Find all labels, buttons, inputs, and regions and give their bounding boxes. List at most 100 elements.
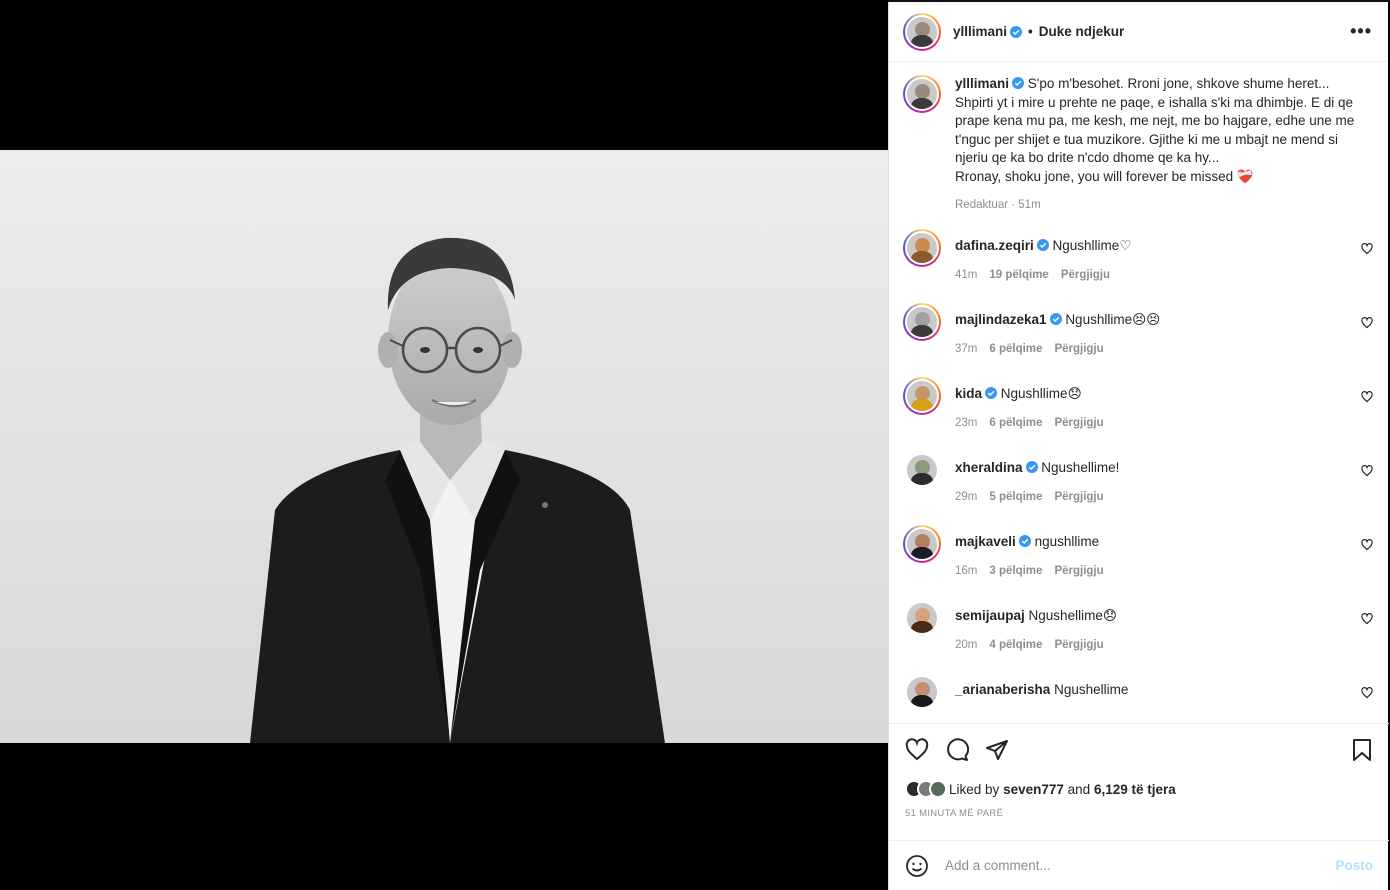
comment-likes[interactable]: 5 pëlqime bbox=[989, 491, 1042, 503]
comment-text: Ngushllime bbox=[1065, 311, 1133, 327]
commenter-username[interactable]: majkaveli bbox=[955, 534, 1016, 549]
liker-avatar bbox=[929, 780, 947, 798]
comment-meta: 37m 6 pëlqime Përgjigju bbox=[955, 343, 1345, 355]
post-comment-button[interactable]: Posto bbox=[1335, 858, 1373, 873]
author-avatar[interactable] bbox=[903, 12, 941, 51]
caption-avatar[interactable] bbox=[903, 75, 941, 113]
like-comment-heart-icon[interactable] bbox=[1361, 686, 1373, 699]
comment-text: Ngushllime bbox=[1000, 385, 1068, 401]
reply-button[interactable]: Përgjigju bbox=[1054, 343, 1103, 355]
like-comment-heart-icon[interactable] bbox=[1361, 538, 1373, 551]
comment-item: majkaveli ngushllime 16m 3 pëlqime Përgjigj… bbox=[903, 524, 1373, 599]
comment-line: xheraldina Ngushellime! bbox=[955, 459, 1345, 477]
caption-text: S'po m'besohet. Rroni jone, shkove shume… bbox=[955, 76, 1355, 165]
commenter-username[interactable]: kida bbox=[955, 386, 982, 401]
comment-likes[interactable]: 4 pëlqime bbox=[989, 639, 1042, 651]
heart-icon[interactable] bbox=[905, 738, 929, 762]
comment-meta: 20m 4 pëlqime Përgjigju bbox=[955, 639, 1345, 651]
emoji-icon[interactable] bbox=[905, 854, 929, 878]
caption-line2: Rronay, shoku jone, you will forever be … bbox=[955, 168, 1234, 184]
comment-emoji: ♡ bbox=[1119, 237, 1132, 253]
comment-line: _arianaberisha Ngushellime bbox=[955, 681, 1345, 699]
comments-list[interactable]: ylllimani S'po m'besohet. Rroni jone, sh… bbox=[889, 63, 1389, 723]
reply-button[interactable]: Përgjigju bbox=[1061, 269, 1110, 281]
verified-badge-icon bbox=[1049, 312, 1062, 325]
like-comment-heart-icon[interactable] bbox=[1361, 242, 1373, 255]
reply-button[interactable]: Përgjigju bbox=[1054, 491, 1103, 503]
comment-meta: 16m 3 pëlqime Përgjigju bbox=[955, 565, 1345, 577]
comment-line: kida Ngushllime😞 bbox=[955, 385, 1345, 403]
commenter-username[interactable]: dafina.zeqiri bbox=[955, 238, 1034, 253]
like-comment-heart-icon[interactable] bbox=[1361, 612, 1373, 625]
verified-badge-icon bbox=[1025, 460, 1038, 473]
comment-item: semijaupaj Ngushellime😞 20m 4 pëlqime Përgj… bbox=[903, 599, 1373, 673]
liker-username[interactable]: seven777 bbox=[1003, 782, 1064, 797]
like-comment-heart-icon[interactable] bbox=[1361, 390, 1373, 403]
comment-body: semijaupaj Ngushellime😞 20m 4 pëlqime Përgj… bbox=[955, 599, 1345, 673]
comment-time[interactable]: 23m bbox=[955, 417, 977, 429]
commenter-avatar[interactable] bbox=[903, 524, 941, 563]
commenter-avatar[interactable] bbox=[903, 228, 941, 267]
reply-button[interactable]: Përgjigju bbox=[1054, 565, 1103, 577]
comment-body: xheraldina Ngushellime! 29m 5 pëlqime Përgj… bbox=[955, 451, 1345, 525]
add-comment-bar: Posto bbox=[889, 840, 1389, 890]
comment-time[interactable]: 41m bbox=[955, 269, 977, 281]
more-options-icon[interactable]: ••• bbox=[1350, 21, 1372, 42]
comment-likes[interactable]: 6 pëlqime bbox=[989, 343, 1042, 355]
like-comment-heart-icon[interactable] bbox=[1361, 464, 1373, 477]
commenter-avatar[interactable] bbox=[903, 599, 941, 637]
comment-text: Ngushellime bbox=[1028, 607, 1103, 623]
commenter-username[interactable]: _arianaberisha bbox=[955, 682, 1050, 697]
verified-badge-icon bbox=[1012, 77, 1025, 89]
like-comment-heart-icon[interactable] bbox=[1361, 316, 1373, 329]
comment-time[interactable]: 29m bbox=[955, 491, 977, 503]
comment-likes[interactable]: 3 pëlqime bbox=[989, 565, 1042, 577]
comment-item: majlindazeka1 Ngushllime😣😣 37m 6 pëlqime Pë… bbox=[903, 302, 1373, 377]
comment-likes[interactable]: 19 pëlqime bbox=[989, 269, 1048, 281]
comment-line: majlindazeka1 Ngushllime😣😣 bbox=[955, 311, 1345, 329]
follow-status-button[interactable]: Duke ndjekur bbox=[1039, 24, 1125, 39]
liker-avatars bbox=[905, 780, 947, 798]
bookmark-icon[interactable] bbox=[1351, 738, 1373, 762]
author-info: ylllimani • Duke ndjekur bbox=[953, 24, 1124, 39]
comment-time[interactable]: 37m bbox=[955, 343, 977, 355]
comment-text: Ngushellime! bbox=[1041, 459, 1120, 475]
post-actions: Liked by seven777 and 6,129 të tjera 51 … bbox=[889, 723, 1389, 843]
caption-username[interactable]: ylllimani bbox=[955, 76, 1009, 91]
comment-line: dafina.zeqiri Ngushllime♡ bbox=[955, 237, 1345, 255]
broken-heart-icon: ❤️‍🩹 bbox=[1236, 168, 1254, 184]
author-username[interactable]: ylllimani bbox=[953, 24, 1007, 39]
likes-summary: Liked by seven777 and 6,129 të tjera bbox=[905, 780, 1373, 798]
caption-text-block: ylllimani S'po m'besohet. Rroni jone, sh… bbox=[955, 75, 1355, 215]
comment-body: _arianaberisha Ngushellime bbox=[955, 673, 1345, 724]
comment-time[interactable]: 16m bbox=[955, 565, 977, 577]
post-media[interactable] bbox=[0, 0, 888, 890]
comment-text: Ngushllime bbox=[1052, 237, 1120, 253]
post-timestamp[interactable]: 51 MINUTA MË PARË bbox=[905, 808, 1373, 819]
commenter-avatar[interactable] bbox=[903, 302, 941, 341]
comment-emoji: 😞 bbox=[1102, 607, 1117, 623]
commenter-avatar[interactable] bbox=[903, 451, 941, 489]
likes-and: and bbox=[1067, 781, 1091, 797]
commenter-username[interactable]: semijaupaj bbox=[955, 608, 1025, 623]
post-caption: ylllimani S'po m'besohet. Rroni jone, sh… bbox=[903, 75, 1373, 215]
comment-body: dafina.zeqiri Ngushllime♡ 41m 19 pëlqime Pë… bbox=[955, 229, 1345, 303]
reply-button[interactable]: Përgjigju bbox=[1054, 639, 1103, 651]
comment-body: majlindazeka1 Ngushllime😣😣 37m 6 pëlqime Pë… bbox=[955, 303, 1345, 377]
commenter-username[interactable]: xheraldina bbox=[955, 460, 1023, 475]
likes-others-link[interactable]: 6,129 të tjera bbox=[1094, 782, 1176, 797]
verified-badge-icon bbox=[1036, 238, 1049, 251]
commenter-avatar[interactable] bbox=[903, 376, 941, 415]
share-icon[interactable] bbox=[985, 738, 1009, 762]
portrait-illustration bbox=[0, 150, 888, 743]
reply-button[interactable]: Përgjigju bbox=[1054, 417, 1103, 429]
comment-time[interactable]: 20m bbox=[955, 639, 977, 651]
commenter-avatar[interactable] bbox=[903, 673, 941, 711]
likes-prefix: Liked by bbox=[949, 781, 1000, 797]
action-bar bbox=[905, 738, 1373, 762]
comment-likes[interactable]: 6 pëlqime bbox=[989, 417, 1042, 429]
comment-icon[interactable] bbox=[945, 738, 969, 762]
commenter-username[interactable]: majlindazeka1 bbox=[955, 312, 1047, 327]
comment-body: majkaveli ngushllime 16m 3 pëlqime Përgjigj… bbox=[955, 525, 1345, 599]
comment-input[interactable] bbox=[945, 858, 1336, 873]
